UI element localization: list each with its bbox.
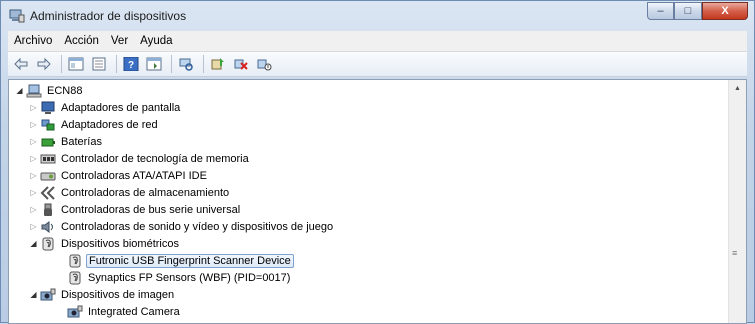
device-tree-pane: ◢ ECN88 ▷ Adaptadores de pantalla ▷ Adap… — [8, 79, 747, 324]
menu-accion[interactable]: Acción — [58, 35, 105, 47]
tree-item-label: Adaptadores de red — [61, 118, 158, 131]
update-driver-icon — [211, 58, 224, 70]
scan-hardware-icon — [179, 58, 193, 71]
tree-item-ide-controllers[interactable]: ▷ Controladoras ATA/ATAPI IDE — [29, 167, 209, 184]
storage-controller-icon — [40, 185, 56, 201]
scroll-grip-icon[interactable]: ≡ — [732, 248, 737, 258]
properties-button[interactable] — [89, 54, 109, 74]
expand-icon[interactable]: ▷ — [29, 103, 38, 112]
toolbar-separator — [203, 55, 204, 73]
computer-icon — [26, 83, 42, 99]
camera-icon — [67, 304, 83, 320]
expand-icon[interactable]: ▷ — [29, 137, 38, 146]
collapse-icon[interactable]: ◢ — [15, 86, 24, 95]
fingerprint-device-icon — [67, 253, 83, 269]
back-button[interactable] — [11, 54, 31, 74]
display-adapter-icon — [40, 100, 56, 116]
tree-item-label: Dispositivos de imagen — [61, 288, 175, 301]
tree-device-synaptics[interactable]: Synaptics FP Sensors (WBF) (PID=0017) — [67, 269, 292, 286]
expand-icon[interactable]: ▷ — [29, 188, 38, 197]
help-icon: ? — [123, 57, 139, 71]
usb-icon — [40, 202, 56, 218]
tree-device-label: Synaptics FP Sensors (WBF) (PID=0017) — [88, 271, 291, 284]
imaging-device-icon — [40, 287, 56, 303]
back-arrow-icon — [14, 57, 28, 71]
expand-icon[interactable]: ▷ — [29, 222, 38, 231]
uninstall-icon — [234, 59, 248, 70]
update-driver-button[interactable] — [208, 54, 228, 74]
scan-hardware-button[interactable] — [176, 54, 196, 74]
fingerprint-device-icon — [67, 270, 83, 286]
tree-root-label: ECN88 — [47, 84, 83, 97]
ide-controller-icon — [40, 168, 56, 184]
tree-item-batteries[interactable]: ▷ Baterías — [29, 133, 104, 150]
forward-arrow-icon — [37, 57, 51, 71]
svg-text:?: ? — [128, 60, 134, 71]
toolbar: ? — [8, 52, 747, 77]
properties-icon — [92, 57, 106, 71]
vertical-scrollbar[interactable]: ▲ ≡ — [728, 80, 746, 323]
close-button[interactable]: X — [702, 2, 748, 20]
action-view-icon — [146, 57, 162, 71]
minimize-icon: – — [657, 5, 664, 17]
minimize-button[interactable]: – — [647, 2, 674, 20]
uninstall-button[interactable] — [231, 54, 251, 74]
close-icon: X — [721, 5, 729, 17]
tree-device-label: Integrated Camera — [88, 305, 180, 318]
maximize-icon: □ — [684, 5, 692, 17]
tree-device-futronic[interactable]: Futronic USB Fingerprint Scanner Device — [67, 252, 294, 269]
battery-icon — [40, 134, 56, 150]
toolbar-separator — [61, 55, 62, 73]
collapse-icon[interactable]: ◢ — [29, 290, 38, 299]
maximize-button[interactable]: □ — [674, 2, 702, 20]
expand-icon[interactable]: ▷ — [29, 205, 38, 214]
collapse-icon[interactable]: ◢ — [29, 239, 38, 248]
tree-item-storage-controllers[interactable]: ▷ Controladoras de almacenamiento — [29, 184, 231, 201]
disable-device-icon — [257, 59, 272, 71]
title-bar[interactable]: Administrador de dispositivos – □ X — [1, 1, 754, 31]
expand-icon[interactable]: ▷ — [29, 120, 38, 129]
device-manager-icon — [9, 9, 25, 23]
tree-item-label: Controlador de tecnología de memoria — [61, 152, 249, 165]
window-title: Administrador de dispositivos — [30, 9, 187, 23]
tree-item-usb-controllers[interactable]: ▷ Controladoras de bus serie universal — [29, 201, 242, 218]
forward-button[interactable] — [34, 54, 54, 74]
tree-item-label: Controladoras ATA/ATAPI IDE — [61, 169, 207, 182]
tree-device-integrated-camera[interactable]: Integrated Camera — [67, 303, 182, 320]
help-button[interactable]: ? — [121, 54, 141, 74]
tree-item-display-adapters[interactable]: ▷ Adaptadores de pantalla — [29, 99, 182, 116]
memory-controller-icon — [40, 151, 56, 167]
sound-icon — [40, 219, 56, 235]
tree-item-label: Controladoras de almacenamiento — [61, 186, 230, 199]
tree-item-label: Dispositivos biométricos — [61, 237, 179, 250]
tree-item-label: Baterías — [61, 135, 102, 148]
tree-item-sound-video[interactable]: ▷ Controladoras de sonido y vídeo y disp… — [29, 218, 335, 235]
console-tree-icon — [68, 57, 84, 71]
network-adapter-icon — [40, 117, 56, 133]
tree-item-label: Controladoras de sonido y vídeo y dispos… — [61, 220, 334, 233]
tree-item-biometric-devices[interactable]: ◢ Dispositivos biométricos — [29, 235, 181, 252]
tree-item-imaging-devices[interactable]: ◢ Dispositivos de imagen — [29, 286, 176, 303]
disable-device-button[interactable] — [254, 54, 274, 74]
tree-device-label-selected: Futronic USB Fingerprint Scanner Device — [86, 253, 294, 268]
expand-icon[interactable]: ▷ — [29, 154, 38, 163]
caption-buttons: – □ X — [647, 2, 748, 20]
window-frame: Administrador de dispositivos – □ X Arch… — [0, 0, 755, 324]
expand-icon[interactable]: ▷ — [29, 171, 38, 180]
menu-ver[interactable]: Ver — [105, 35, 134, 47]
menu-archivo[interactable]: Archivo — [8, 35, 58, 47]
tree-item-memory-technology[interactable]: ▷ Controlador de tecnología de memoria — [29, 150, 251, 167]
tree-item-label: Adaptadores de pantalla — [61, 101, 181, 114]
menu-bar: Archivo Acción Ver Ayuda — [8, 31, 747, 52]
biometric-icon — [40, 236, 56, 252]
scroll-up-icon[interactable]: ▲ — [729, 80, 746, 97]
tree-item-network-adapters[interactable]: ▷ Adaptadores de red — [29, 116, 160, 133]
action-view-button[interactable] — [144, 54, 164, 74]
menu-ayuda[interactable]: Ayuda — [134, 35, 178, 47]
tree-item-label: Controladoras de bus serie universal — [61, 203, 241, 216]
toolbar-separator — [171, 55, 172, 73]
toolbar-separator — [116, 55, 117, 73]
show-hide-console-tree-button[interactable] — [66, 54, 86, 74]
tree-root[interactable]: ◢ ECN88 — [15, 82, 84, 99]
